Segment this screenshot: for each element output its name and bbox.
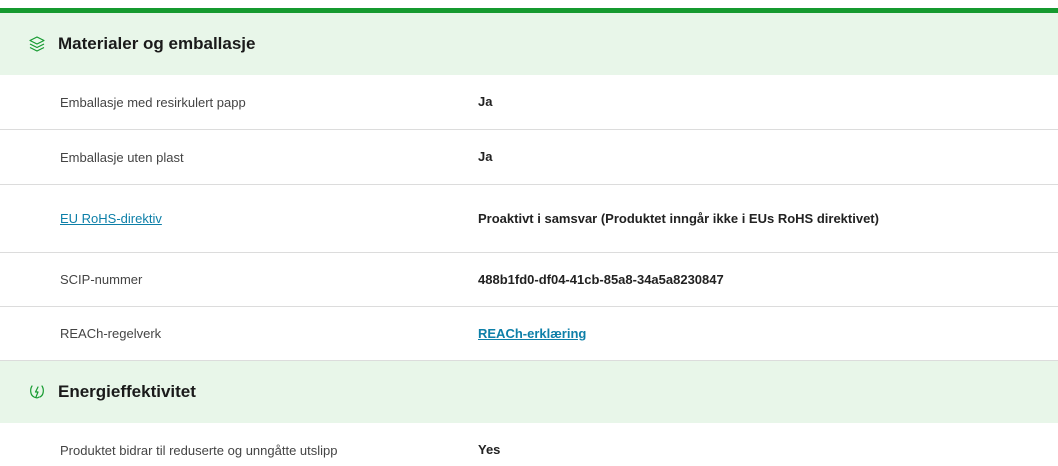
table-row: Emballasje uten plast Ja <box>0 130 1058 185</box>
row-value: Ja <box>478 149 493 164</box>
section-title: Energieffektivitet <box>58 382 196 401</box>
table-row: Emballasje med resirkulert papp Ja <box>0 75 1058 130</box>
row-value: Ja <box>478 94 493 109</box>
row-label: SCIP-nummer <box>60 272 143 287</box>
rohs-directive-link[interactable]: EU RoHS-direktiv <box>60 211 162 226</box>
row-label: Emballasje uten plast <box>60 149 184 165</box>
row-label: Produktet bidrar til reduserte og unngåt… <box>60 442 338 458</box>
row-value: REACh-erklæring <box>478 326 918 342</box>
section-title: Materialer og emballasje <box>58 34 256 53</box>
table-row: EU RoHS-direktiv Proaktivt i samsvar (Pr… <box>0 185 1058 253</box>
section-header-energy: Energieffektivitet <box>0 361 1058 423</box>
reach-declaration-link[interactable]: REACh-erklæring <box>478 326 586 341</box>
table-row: REACh-regelverk REACh-erklæring <box>0 307 1058 361</box>
table-row: Produktet bidrar til reduserte og unngåt… <box>0 423 1058 466</box>
row-label: REACh-regelverk <box>60 326 162 341</box>
layers-icon <box>27 34 47 54</box>
row-label: EU RoHS-direktiv <box>0 211 478 226</box>
row-value: 488b1fd0-df04-41cb-85a8-34a5a8230847 <box>478 271 724 287</box>
energy-leaf-icon <box>27 382 47 402</box>
row-value: Yes <box>478 442 501 457</box>
section-header-materials: Materialer og emballasje <box>0 13 1058 75</box>
row-value: Proaktivt i samsvar (Produktet inngår ik… <box>478 210 879 226</box>
row-label: Emballasje med resirkulert papp <box>60 94 246 110</box>
table-row: SCIP-nummer 488b1fd0-df04-41cb-85a8-34a5… <box>0 253 1058 307</box>
